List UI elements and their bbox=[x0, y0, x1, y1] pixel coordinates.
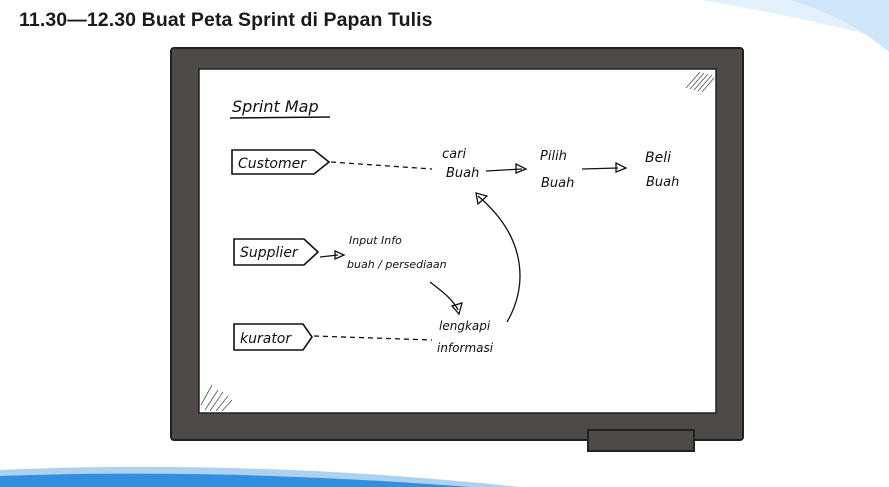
step-input-line2: buah / persediaan bbox=[347, 258, 447, 271]
supplier-label: Supplier bbox=[240, 245, 299, 261]
step-pilih-line2: Buah bbox=[541, 176, 574, 191]
whiteboard-illustration: Sprint Map Customer Supplier kurator car… bbox=[170, 47, 744, 452]
step-lengkapi-line1: lengkapi bbox=[439, 319, 491, 333]
step-cari-line2: Buah bbox=[446, 166, 479, 181]
sprint-map-heading: Sprint Map bbox=[232, 97, 319, 116]
customer-label: Customer bbox=[238, 156, 307, 172]
kurator-label: kurator bbox=[240, 331, 292, 347]
step-input-line1: Input Info bbox=[349, 234, 402, 247]
step-lengkapi-line2: informasi bbox=[437, 341, 494, 355]
whiteboard-surface bbox=[198, 68, 717, 414]
marker-tray bbox=[587, 429, 695, 452]
heading-underline bbox=[229, 116, 331, 119]
step-beli-line2: Buah bbox=[646, 175, 679, 190]
step-cari-line1: cari bbox=[442, 147, 466, 162]
step-pilih-line1: Pilih bbox=[540, 149, 567, 164]
step-beli-line1: Beli bbox=[645, 150, 671, 166]
